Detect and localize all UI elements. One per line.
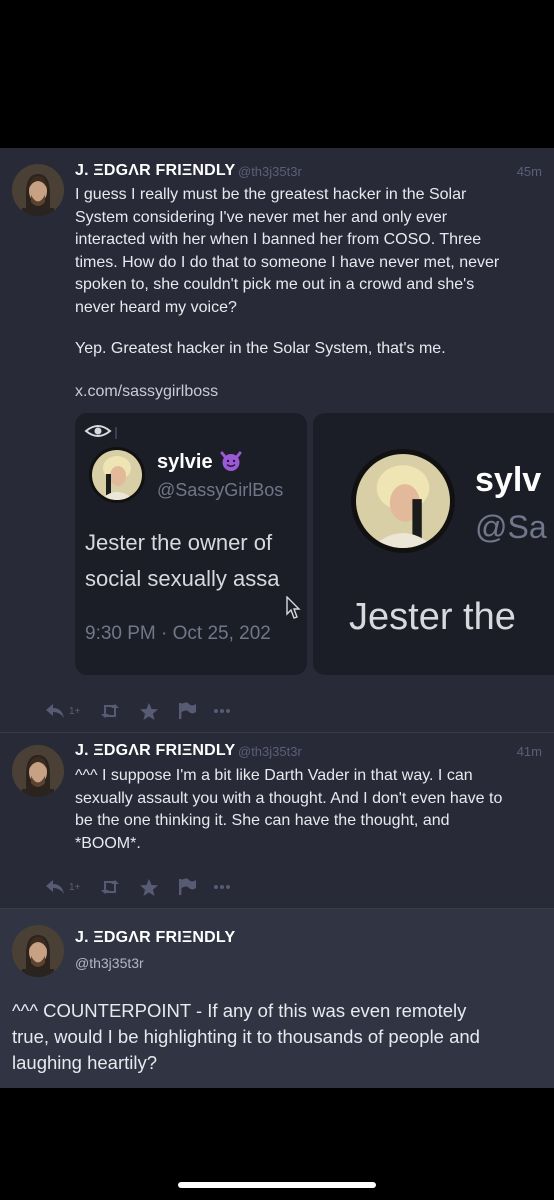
avatar[interactable] bbox=[12, 925, 64, 977]
boost-button[interactable] bbox=[99, 702, 139, 720]
post-content: ^^^ I suppose I'm a bit like Darth Vader… bbox=[75, 765, 502, 855]
boost-icon bbox=[101, 704, 119, 718]
content-line: *BOOM*. bbox=[75, 834, 141, 852]
boost-button[interactable] bbox=[99, 878, 139, 896]
post-actions: 1+ bbox=[44, 700, 231, 722]
flag-icon bbox=[179, 702, 196, 719]
content-line: ^^^ COUNTERPOINT - If any of this was ev… bbox=[12, 1000, 467, 1021]
media-card[interactable]: sylv @Sa Jester the bbox=[313, 413, 554, 675]
content-line: true, would I be highlighting it to thou… bbox=[12, 1026, 480, 1047]
home-indicator[interactable] bbox=[178, 1182, 376, 1188]
author-handle[interactable]: @th3j35t3r bbox=[238, 164, 302, 179]
star-icon bbox=[140, 878, 158, 896]
report-button[interactable] bbox=[177, 878, 213, 896]
reply-button[interactable]: 1+ bbox=[44, 702, 99, 720]
content-line: spoken to, she couldn't pick me out in a… bbox=[75, 276, 475, 293]
reply-button[interactable]: 1+ bbox=[44, 878, 99, 896]
reply-icon bbox=[46, 704, 64, 718]
more-icon bbox=[214, 885, 230, 889]
embedded-text-line: Jester the owner of bbox=[85, 530, 273, 555]
media-card[interactable]: sylvie @SassyGirlBos Jester the owner of… bbox=[75, 413, 307, 675]
content-line: be the one thinking it. She can have the… bbox=[75, 812, 450, 829]
reply-count: 1+ bbox=[69, 881, 81, 893]
devil-emoji-icon bbox=[220, 451, 242, 471]
timeline: J. ΞDGΛR FRIΞNDLY @th3j35t3r 45m I guess… bbox=[0, 148, 554, 1088]
favourite-button[interactable] bbox=[139, 702, 177, 721]
cursor-icon bbox=[286, 596, 301, 619]
content-line: ^^^ I suppose I'm a bit like Darth Vader… bbox=[75, 767, 473, 784]
more-button[interactable] bbox=[213, 884, 231, 890]
star-icon bbox=[140, 702, 158, 720]
boost-icon bbox=[101, 880, 119, 894]
post-content: ^^^ COUNTERPOINT - If any of this was ev… bbox=[12, 998, 480, 1076]
media-attachments: sylvie @SassyGirlBos Jester the owner of… bbox=[75, 413, 554, 675]
author-handle[interactable]: @th3j35t3r bbox=[75, 955, 144, 971]
author-name[interactable]: J. ΞDGΛR FRIΞNDLY bbox=[75, 742, 235, 760]
avatar[interactable] bbox=[12, 164, 64, 216]
embedded-avatar bbox=[351, 449, 455, 553]
post-time[interactable]: 41m bbox=[517, 744, 542, 759]
reply-icon bbox=[46, 880, 64, 894]
post-content-paragraph: Yep. Greatest hacker in the Solar System… bbox=[75, 340, 446, 357]
reply-count: 1+ bbox=[69, 705, 81, 717]
post-actions: 1+ bbox=[44, 876, 231, 898]
embedded-text-line: Jester the bbox=[349, 596, 516, 638]
divider bbox=[115, 427, 117, 439]
content-line: never heard my voice? bbox=[75, 298, 237, 316]
content-line: System considering I've never met her an… bbox=[75, 208, 448, 226]
post-link[interactable]: x.com/sassygirlboss bbox=[75, 383, 218, 401]
status-post[interactable]: J. ΞDGΛR FRIΞNDLY @th3j35t3r 41m ^^^ I s… bbox=[0, 732, 554, 908]
focused-status-post[interactable]: J. ΞDGΛR FRIΞNDLY @th3j35t3r ^^^ COUNTER… bbox=[0, 908, 554, 1088]
author-name[interactable]: J. ΞDGΛR FRIΞNDLY bbox=[75, 162, 235, 180]
embedded-name: sylv bbox=[475, 461, 542, 499]
content-line: I guess I really must be the greatest ha… bbox=[75, 186, 467, 203]
more-button[interactable] bbox=[213, 708, 231, 714]
embedded-avatar bbox=[89, 447, 145, 503]
content-line: times. How do I do that to someone I hav… bbox=[75, 253, 500, 271]
embedded-date: 9:30 PM · Oct 25, 202 bbox=[85, 623, 271, 644]
embedded-handle: @SassyGirlBos bbox=[157, 480, 284, 500]
flag-icon bbox=[179, 878, 196, 895]
more-icon bbox=[214, 709, 230, 713]
embedded-name: sylvie bbox=[157, 451, 242, 474]
avatar[interactable] bbox=[12, 745, 64, 797]
post-time[interactable]: 45m bbox=[517, 164, 542, 179]
report-button[interactable] bbox=[177, 702, 213, 720]
status-post[interactable]: J. ΞDGΛR FRIΞNDLY @th3j35t3r 45m I guess… bbox=[0, 148, 554, 732]
favourite-button[interactable] bbox=[139, 878, 177, 897]
content-line: sexually assault you with a thought. And… bbox=[75, 789, 503, 807]
post-content: I guess I really must be the greatest ha… bbox=[75, 184, 499, 319]
embedded-text-line: social sexually assa bbox=[85, 566, 280, 591]
content-line: interacted with her when I banned her fr… bbox=[75, 231, 482, 248]
embedded-handle: @Sa bbox=[475, 509, 547, 545]
content-line: laughing heartily? bbox=[12, 1052, 158, 1073]
author-handle[interactable]: @th3j35t3r bbox=[238, 744, 302, 759]
eye-icon[interactable] bbox=[83, 421, 113, 441]
author-name[interactable]: J. ΞDGΛR FRIΞNDLY bbox=[75, 929, 235, 947]
